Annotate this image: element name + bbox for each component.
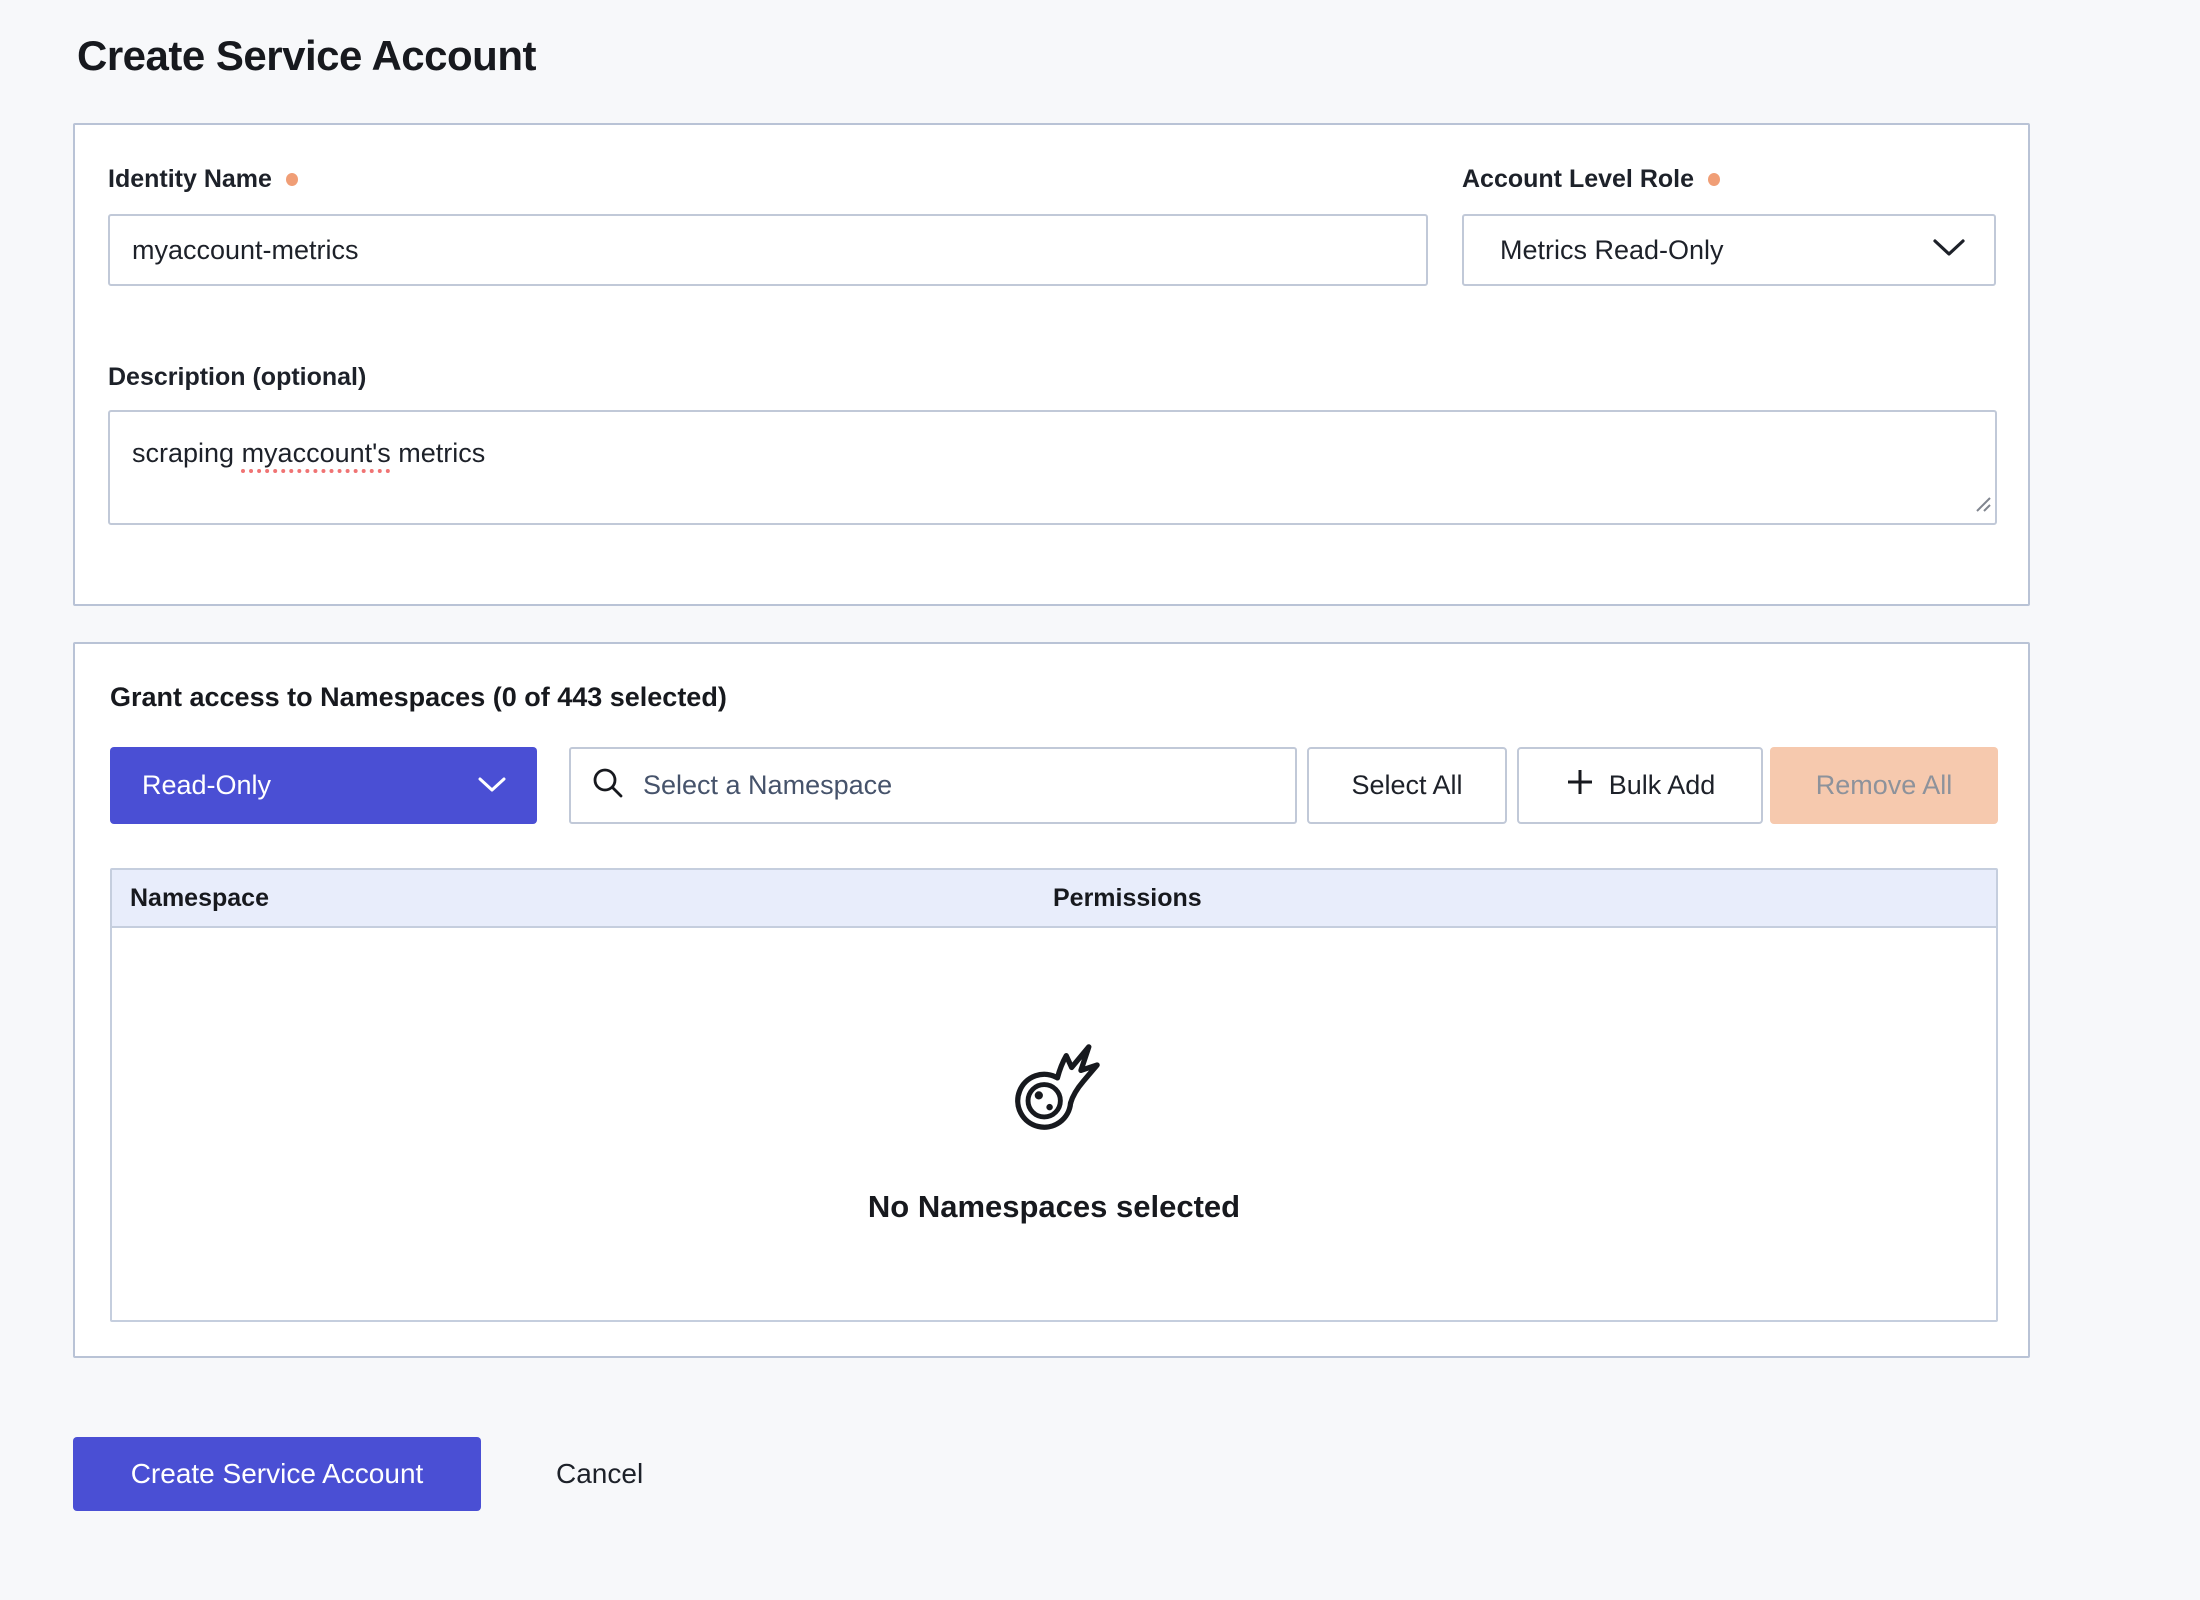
search-icon [591,766,625,805]
account-level-role-select[interactable]: Metrics Read-Only [1462,214,1996,286]
account-level-role-field: Account Level Role Metrics Read-Only [1462,165,1996,286]
identity-name-input[interactable] [108,214,1428,286]
bulk-add-button[interactable]: Bulk Add [1517,747,1763,824]
namespaces-table-body: No Namespaces selected [112,928,1996,1324]
column-header-namespace: Namespace [130,884,269,913]
footer-actions: Create Service Account Cancel [73,1437,649,1511]
description-field: Description (optional) scraping myaccoun… [108,363,1997,525]
permission-role-value: Read-Only [142,770,271,801]
account-level-role-label: Account Level Role [1462,165,1694,194]
namespace-search-input[interactable] [641,748,1275,823]
identity-details-card: Identity Name Account Level Role Metrics… [73,123,2030,606]
create-service-account-button[interactable]: Create Service Account [73,1437,481,1511]
permission-role-dropdown[interactable]: Read-Only [110,747,537,824]
required-dot [286,173,298,186]
remove-all-button[interactable]: Remove All [1770,747,1998,824]
namespaces-toolbar: Read-Only Select All [75,747,2028,824]
description-textarea[interactable]: scraping myaccount's metrics [108,410,1997,525]
namespaces-table: Namespace Permissions No Namespaces sele… [110,868,1998,1322]
create-service-account-page: Create Service Account Identity Name Acc… [0,0,2200,1600]
column-header-permissions: Permissions [1053,884,1202,913]
cancel-button[interactable]: Cancel [550,1457,649,1491]
resize-handle-icon[interactable] [1974,489,1992,520]
select-all-label: Select All [1351,770,1462,801]
bulk-add-label: Bulk Add [1609,770,1716,801]
namespace-search [569,747,1297,824]
remove-all-label: Remove All [1816,770,1953,801]
required-dot [1708,173,1720,186]
identity-name-label: Identity Name [108,165,272,194]
page-title: Create Service Account [77,32,536,80]
description-text: scraping [132,438,242,468]
namespaces-heading: Grant access to Namespaces (0 of 443 sel… [110,682,727,713]
chevron-down-icon [477,770,507,801]
comet-icon [1005,1040,1103,1143]
namespaces-card: Grant access to Namespaces (0 of 443 sel… [73,642,2030,1358]
chevron-down-icon [1932,238,1966,263]
description-text: metrics [391,438,486,468]
account-level-role-value: Metrics Read-Only [1500,235,1724,266]
namespaces-table-header: Namespace Permissions [112,870,1996,928]
empty-state-message: No Namespaces selected [868,1189,1240,1225]
plus-icon [1565,767,1595,804]
identity-name-field: Identity Name [108,165,1428,286]
description-misspelled-word: myaccount's [242,438,391,468]
select-all-button[interactable]: Select All [1307,747,1507,824]
description-label: Description (optional) [108,363,366,392]
